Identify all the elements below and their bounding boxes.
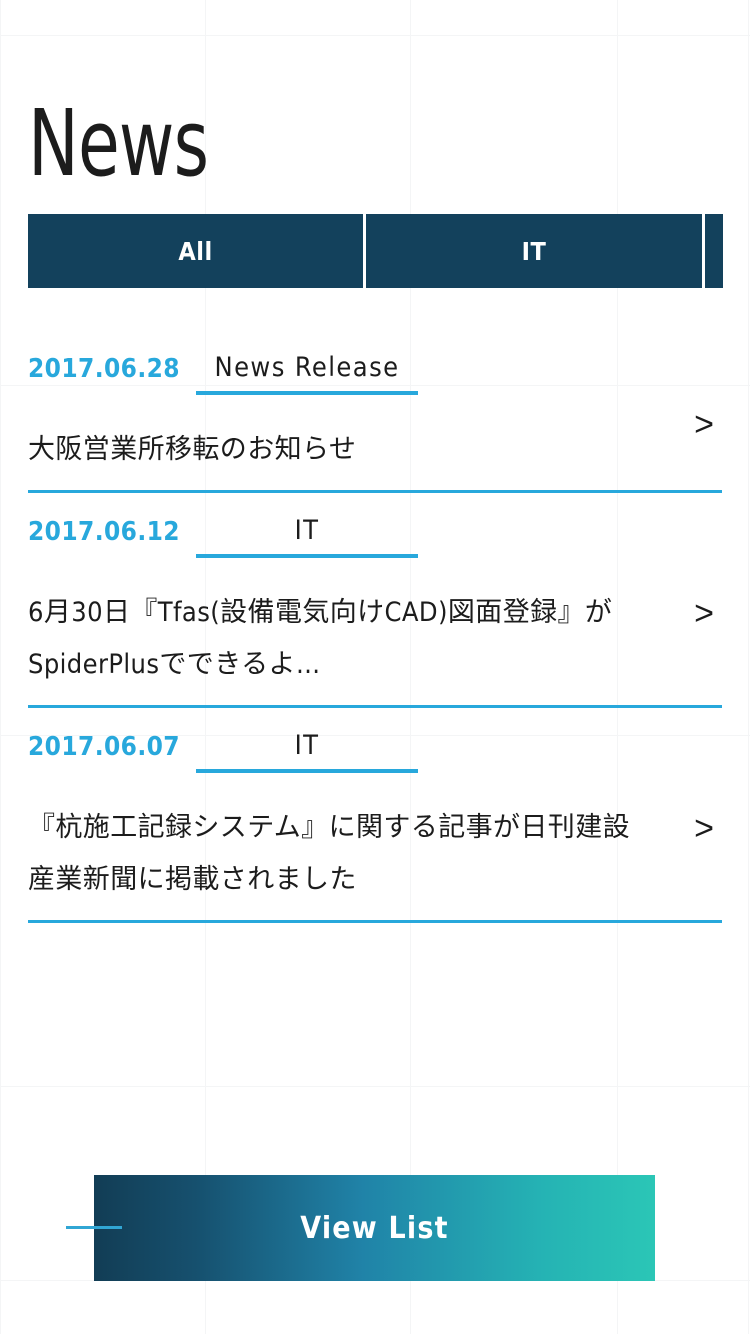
- news-item-content: 2017.06.07 IT 『杭施工記録システム』に関する記事が日刊建設産業新聞…: [28, 730, 722, 920]
- news-item-category: News Release: [196, 352, 418, 395]
- news-item-date: 2017.06.07: [28, 732, 180, 762]
- tab-it[interactable]: IT: [366, 214, 702, 288]
- news-item-title: 6月30日『Tfas(設備電気向けCAD)図面登録』がSpiderPlusででき…: [28, 597, 613, 680]
- news-item-meta: 2017.06.28 News Release: [28, 352, 650, 410]
- news-item-meta: 2017.06.12 IT: [28, 515, 650, 573]
- news-item-content: 2017.06.12 IT 6月30日『Tfas(設備電気向けCAD)図面登録』…: [28, 515, 722, 705]
- tab-all-label: All: [178, 236, 213, 266]
- news-item-category: IT: [196, 730, 418, 773]
- news-item-category: IT: [196, 515, 418, 558]
- tab-next-partial[interactable]: [705, 214, 723, 288]
- news-item-date: 2017.06.12: [28, 517, 180, 547]
- view-list-button-label: View List: [300, 1210, 449, 1246]
- category-tab-bar: All IT: [28, 214, 723, 288]
- news-item-title: 『杭施工記録システム』に関する記事が日刊建設産業新聞に掲載されました: [28, 812, 630, 895]
- chevron-right-icon[interactable]: >: [694, 596, 714, 630]
- tab-all[interactable]: All: [28, 214, 363, 288]
- view-list-accent-rule: [66, 1226, 122, 1229]
- chevron-right-icon[interactable]: >: [694, 407, 714, 441]
- news-item-divider: [28, 920, 722, 923]
- news-list: 2017.06.28 News Release 大阪営業所移転のお知らせ > 2…: [0, 352, 750, 923]
- page-title: News: [28, 89, 209, 197]
- view-list-button[interactable]: View List: [94, 1175, 655, 1281]
- news-list-item[interactable]: 2017.06.07 IT 『杭施工記録システム』に関する記事が日刊建設産業新聞…: [0, 730, 750, 920]
- news-item-date: 2017.06.28: [28, 354, 180, 384]
- chevron-right-icon[interactable]: >: [694, 811, 714, 845]
- tab-it-label: IT: [521, 236, 547, 266]
- news-item-title: 大阪営業所移転のお知らせ: [28, 434, 357, 465]
- news-list-item[interactable]: 2017.06.12 IT 6月30日『Tfas(設備電気向けCAD)図面登録』…: [0, 515, 750, 705]
- news-page: News All IT 2017.06.28 News Release 大阪営業…: [0, 0, 750, 1334]
- news-list-item[interactable]: 2017.06.28 News Release 大阪営業所移転のお知らせ >: [0, 352, 750, 490]
- view-list-area: View List: [0, 1175, 750, 1281]
- news-item-meta: 2017.06.07 IT: [28, 730, 650, 788]
- news-item-content: 2017.06.28 News Release 大阪営業所移転のお知らせ >: [28, 352, 722, 490]
